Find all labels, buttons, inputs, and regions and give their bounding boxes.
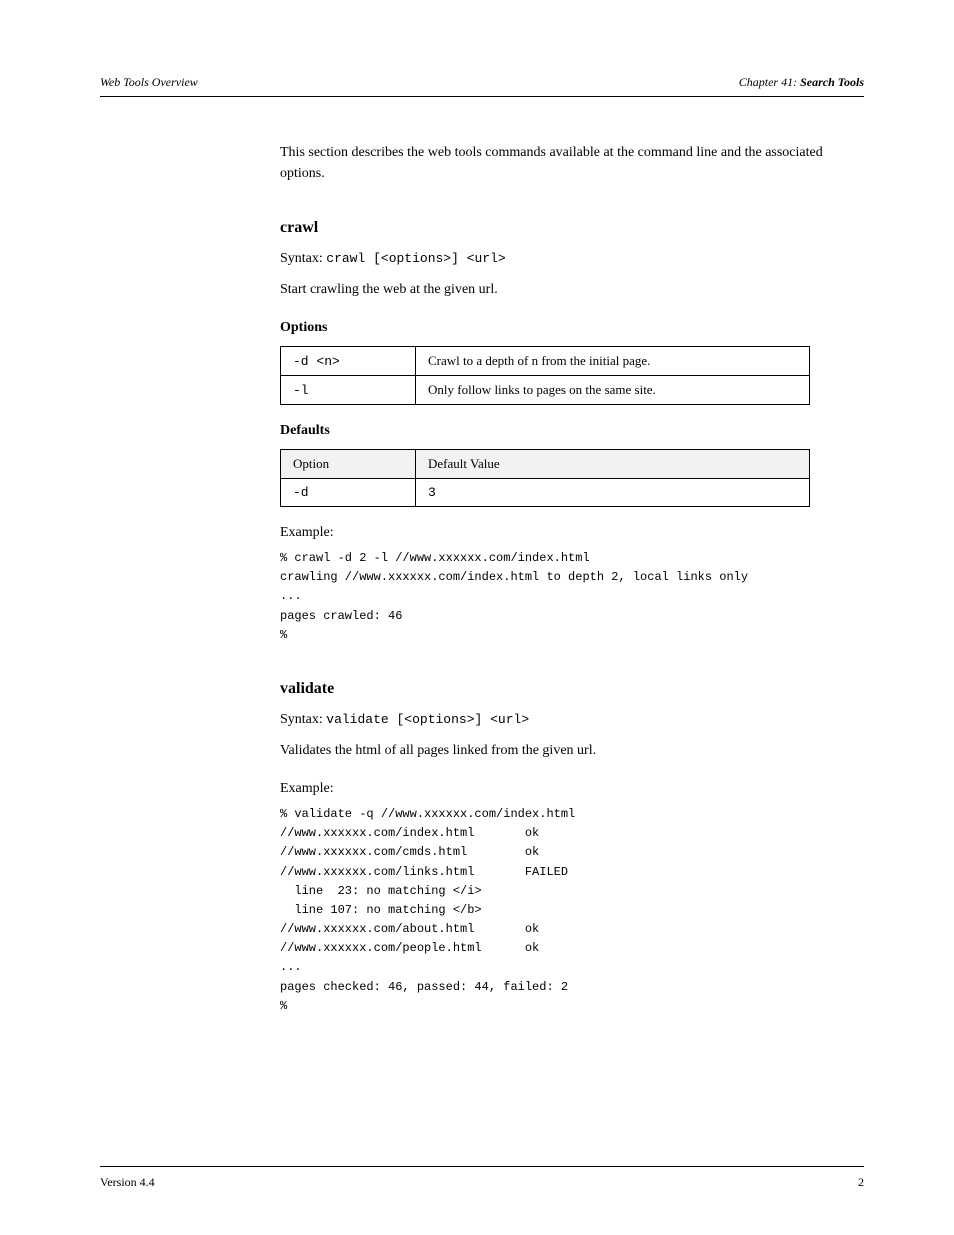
option-desc: Only follow links to pages on the same s…: [416, 376, 810, 405]
page-header: Web Tools Overview Chapter 41: Search To…: [100, 75, 864, 97]
crawl-example-code: % crawl -d 2 -l //www.xxxxxx.com/index.h…: [280, 549, 864, 645]
footer-page-number: 2: [858, 1175, 864, 1190]
validate-syntax-code: validate [<options>] <url>: [326, 712, 529, 727]
validate-desc: Validates the html of all pages linked f…: [280, 740, 864, 761]
defaults-header-option: Option: [281, 450, 416, 479]
syntax-label: Syntax:: [280, 251, 326, 266]
syntax-label: Syntax:: [280, 712, 326, 727]
page-footer: Version 4.4 2: [100, 1166, 864, 1190]
validate-heading: validate: [280, 680, 864, 698]
crawl-syntax: Syntax: crawl [<options>] <url>: [280, 251, 864, 267]
defaults-header-default: Default Value: [416, 450, 810, 479]
crawl-defaults-table: Option Default Value -d 3: [280, 449, 810, 507]
header-title: Search Tools: [800, 75, 864, 89]
crawl-heading: crawl: [280, 219, 864, 237]
table-row: -l Only follow links to pages on the sam…: [281, 376, 810, 405]
validate-example-label: Example:: [280, 781, 864, 797]
option-desc: Crawl to a depth of n from the initial p…: [416, 347, 810, 376]
table-row: -d 3: [281, 479, 810, 507]
validate-syntax: Syntax: validate [<options>] <url>: [280, 712, 864, 728]
default-value: 3: [416, 479, 810, 507]
crawl-example-label: Example:: [280, 525, 864, 541]
header-left: Web Tools Overview: [100, 75, 198, 90]
crawl-desc: Start crawling the web at the given url.: [280, 279, 864, 300]
intro-text: This section describes the web tools com…: [280, 142, 864, 184]
default-flag: -d: [281, 479, 416, 507]
validate-example-code: % validate -q //www.xxxxxx.com/index.htm…: [280, 805, 864, 1016]
option-flag: -l: [281, 376, 416, 405]
option-flag: -d <n>: [281, 347, 416, 376]
table-row: -d <n> Crawl to a depth of n from the in…: [281, 347, 810, 376]
crawl-syntax-code: crawl [<options>] <url>: [326, 251, 505, 266]
crawl-options-table: -d <n> Crawl to a depth of n from the in…: [280, 346, 810, 405]
table-header-row: Option Default Value: [281, 450, 810, 479]
crawl-defaults-heading: Defaults: [280, 423, 864, 439]
crawl-options-heading: Options: [280, 320, 864, 336]
main-content: This section describes the web tools com…: [280, 142, 864, 1016]
header-chapter: Chapter 41:: [739, 75, 800, 89]
footer-version: Version 4.4: [100, 1175, 155, 1190]
header-right: Chapter 41: Search Tools: [739, 75, 864, 90]
